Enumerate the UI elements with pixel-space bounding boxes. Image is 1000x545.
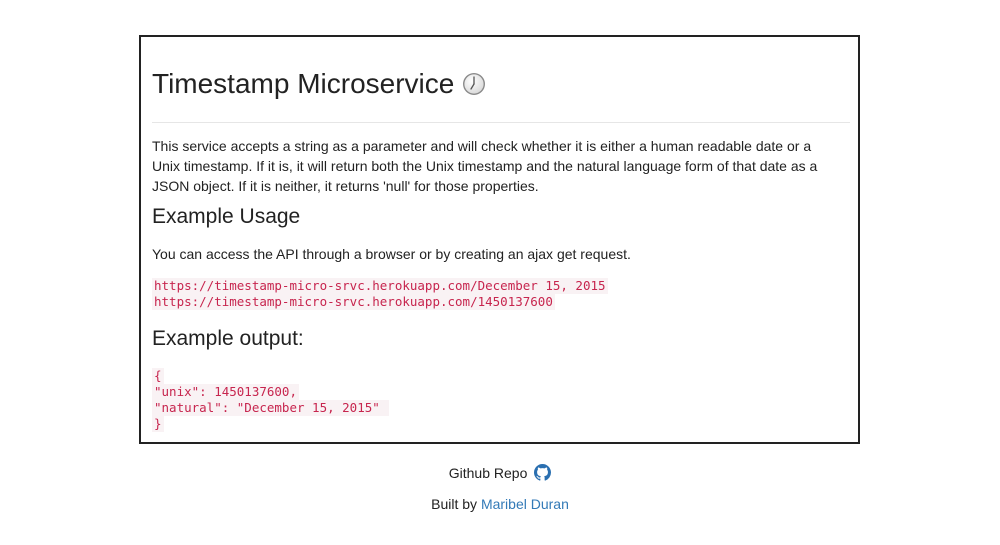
example-url: https://timestamp-micro-srvc.herokuapp.c… bbox=[152, 294, 555, 310]
built-by-label: Built by bbox=[431, 496, 478, 512]
github-icon[interactable] bbox=[534, 464, 552, 481]
github-repo-row: Github Repo bbox=[0, 463, 1000, 483]
example-output-heading: Example output: bbox=[152, 327, 304, 350]
author-link[interactable]: Maribel Duran bbox=[481, 496, 569, 512]
example-urls: https://timestamp-micro-srvc.herokuapp.c… bbox=[152, 278, 608, 310]
example-output-json: { "unix": 1450137600, "natural": "Decemb… bbox=[152, 368, 390, 432]
json-line: "natural": "December 15, 2015" bbox=[152, 400, 390, 416]
example-usage-heading: Example Usage bbox=[152, 205, 301, 228]
page-title: Timestamp Microservice bbox=[152, 68, 455, 99]
json-line: } bbox=[152, 416, 164, 432]
header-divider bbox=[152, 122, 850, 123]
github-repo-label: Github Repo bbox=[448, 465, 528, 481]
json-line: "unix": 1450137600, bbox=[152, 384, 299, 400]
example-url: https://timestamp-micro-srvc.herokuapp.c… bbox=[152, 278, 608, 294]
main-card: Timestamp Microservice This service acce… bbox=[139, 35, 860, 444]
service-description: This service accepts a string as a param… bbox=[152, 138, 818, 194]
json-line: { bbox=[152, 368, 164, 384]
clock-icon bbox=[462, 72, 486, 96]
usage-instructions: You can access the API through a browser… bbox=[152, 246, 631, 262]
title-row: Timestamp Microservice bbox=[152, 67, 486, 101]
built-by-row: Built by Maribel Duran bbox=[0, 494, 1000, 514]
